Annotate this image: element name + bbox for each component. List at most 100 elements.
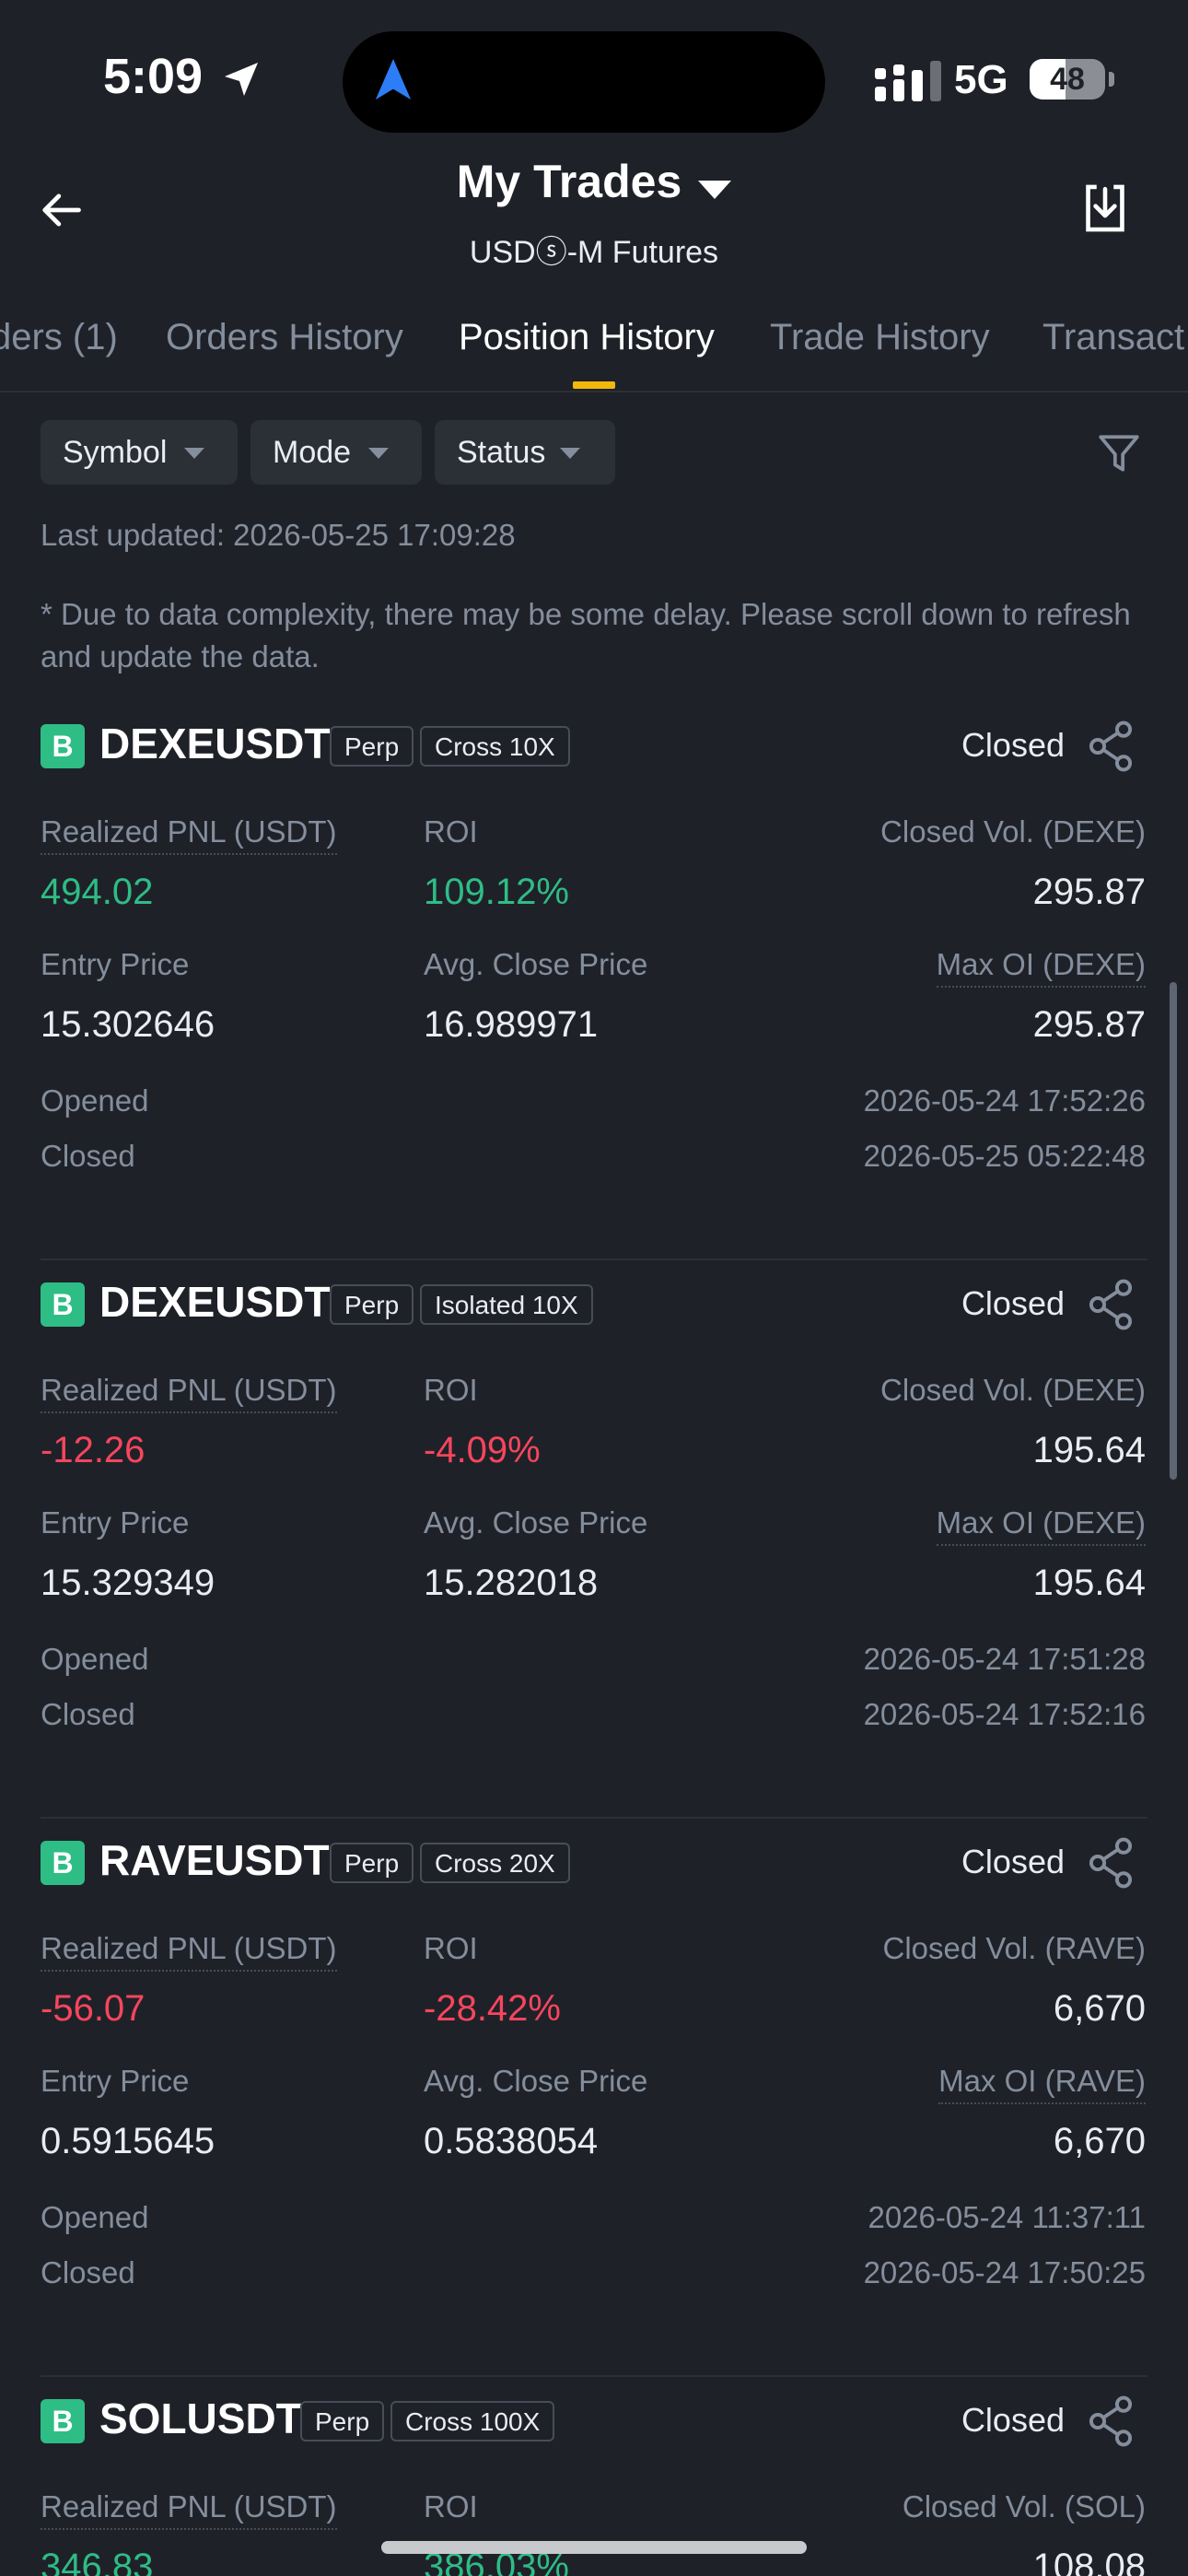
side-badge: B [41, 1282, 85, 1327]
side-badge: B [41, 1841, 85, 1885]
avg-close-price-value: 16.989971 [424, 1004, 599, 1045]
margin-mode-tag: Cross 20X [420, 1843, 570, 1883]
battery-level: 48 [1050, 62, 1085, 97]
filter-funnel-icon[interactable] [1096, 429, 1142, 477]
max-oi-value: 195.64 [1032, 1563, 1146, 1603]
battery-cap [1109, 72, 1114, 87]
position-status: Closed [961, 1843, 1065, 1880]
opened-time: 2026-05-24 17:52:26 [863, 1083, 1146, 1118]
entry-price-label: Entry Price [41, 1505, 190, 1540]
home-indicator[interactable] [381, 2541, 807, 2554]
position-status: Closed [961, 1284, 1065, 1322]
max-oi-value: 295.87 [1032, 1004, 1146, 1045]
side-badge: B [41, 2399, 85, 2443]
avg-close-price-label: Avg. Close Price [424, 947, 648, 981]
roi-label: ROI [424, 814, 478, 849]
realized-pnl-label[interactable]: Realized PNL (USDT) [41, 2489, 337, 2530]
closed-vol-value: 6,670 [1053, 1988, 1146, 2029]
entry-price-label: Entry Price [41, 947, 190, 981]
contract-type-tag: Perp [330, 726, 414, 767]
contract-type-tag: Perp [300, 2401, 385, 2441]
opened-label: Opened [41, 1083, 149, 1118]
active-tab-indicator [573, 381, 615, 389]
caret-down-icon [368, 448, 389, 459]
roi-value: -28.42% [424, 1988, 561, 2029]
avg-close-price-label: Avg. Close Price [424, 1505, 648, 1540]
navigation-arrow-icon [375, 59, 412, 100]
location-arrow-icon [225, 63, 258, 96]
tab-trade-history[interactable]: Trade History [770, 317, 990, 358]
mode-filter[interactable]: Mode [250, 420, 422, 485]
opened-time: 2026-05-24 11:37:11 [868, 2200, 1146, 2234]
status-filter[interactable]: Status [435, 420, 615, 485]
status-time: 5:09 [103, 49, 204, 104]
closed-vol-value: 195.64 [1032, 1430, 1146, 1470]
signal-strength-icon [875, 61, 941, 101]
tab-open-orders[interactable]: ders (1) [0, 317, 118, 358]
position-status: Closed [961, 726, 1065, 764]
download-icon[interactable] [1079, 181, 1131, 236]
realized-pnl-value: 346.83 [41, 2547, 154, 2576]
avg-close-price-value: 0.5838054 [424, 2121, 599, 2161]
entry-price-value: 0.5915645 [41, 2121, 215, 2161]
max-oi-label[interactable]: Max OI (DEXE) [936, 947, 1146, 988]
realized-pnl-value: 494.02 [41, 872, 154, 912]
share-icon[interactable] [1087, 1837, 1135, 1889]
opened-label: Opened [41, 2200, 149, 2234]
max-oi-label[interactable]: Max OI (DEXE) [936, 1505, 1146, 1546]
delay-notice: * Due to data complexity, there may be s… [41, 597, 1131, 673]
position-card: B RAVEUSDT Perp Cross 20X Closed Realize… [0, 1819, 1188, 2377]
closed-vol-label: Closed Vol. (DEXE) [880, 814, 1146, 849]
tab-orders-history[interactable]: Orders History [166, 317, 403, 358]
closed-vol-label: Closed Vol. (RAVE) [882, 1931, 1147, 1965]
last-updated: Last updated: 2026-05-25 17:09:28 [41, 518, 516, 552]
position-symbol[interactable]: RAVEUSDT [99, 1835, 330, 1885]
network-type: 5G [954, 57, 1008, 102]
roi-label: ROI [424, 1373, 478, 1407]
closed-label: Closed [41, 2255, 135, 2289]
position-card: B DEXEUSDT Perp Isolated 10X Closed Real… [0, 1260, 1188, 1819]
position-symbol[interactable]: SOLUSDT [99, 2394, 302, 2443]
tab-bar: ders (1) Orders History Position History… [0, 311, 1188, 392]
max-oi-label[interactable]: Max OI (RAVE) [938, 2064, 1146, 2104]
roi-value: -4.09% [424, 1430, 541, 1470]
entry-price-value: 15.329349 [41, 1563, 215, 1603]
closed-label: Closed [41, 1697, 135, 1731]
roi-label: ROI [424, 1931, 478, 1965]
closed-time: 2026-05-25 05:22:48 [863, 1139, 1146, 1173]
roi-label: ROI [424, 2489, 478, 2523]
roi-value: 109.12% [424, 872, 569, 912]
opened-time: 2026-05-24 17:51:28 [863, 1642, 1146, 1676]
closed-vol-value: 108.08 [1032, 2547, 1146, 2576]
closed-vol-label: Closed Vol. (SOL) [902, 2489, 1146, 2523]
realized-pnl-label[interactable]: Realized PNL (USDT) [41, 1373, 337, 1413]
realized-pnl-label[interactable]: Realized PNL (USDT) [41, 814, 337, 855]
realized-pnl-label[interactable]: Realized PNL (USDT) [41, 1931, 337, 1972]
page-title: My Trades [456, 156, 682, 207]
share-icon[interactable] [1087, 720, 1135, 772]
symbol-filter[interactable]: Symbol [41, 420, 238, 485]
position-symbol[interactable]: DEXEUSDT [99, 1277, 330, 1327]
closed-vol-value: 295.87 [1032, 872, 1146, 912]
contract-type-tag: Perp [330, 1843, 414, 1883]
position-symbol[interactable]: DEXEUSDT [99, 719, 330, 768]
status-filter-label: Status [457, 435, 546, 470]
realized-pnl-value: -56.07 [41, 1988, 146, 2029]
symbol-filter-label: Symbol [63, 435, 168, 470]
caret-down-icon [698, 180, 732, 199]
dynamic-island [343, 31, 825, 133]
position-card: B DEXEUSDT Perp Cross 10X Closed Realize… [0, 702, 1188, 1260]
caret-down-icon [560, 448, 580, 459]
max-oi-value: 6,670 [1053, 2121, 1146, 2161]
scrollbar[interactable] [1170, 982, 1177, 1480]
share-icon[interactable] [1087, 2395, 1135, 2447]
tab-position-history[interactable]: Position History [459, 317, 715, 358]
share-icon[interactable] [1087, 1279, 1135, 1330]
closed-label: Closed [41, 1139, 135, 1173]
contract-type-tag: Perp [330, 1284, 414, 1325]
opened-label: Opened [41, 1642, 149, 1676]
battery-icon: 48 [1030, 59, 1105, 100]
tab-transaction-history[interactable]: Transact [1042, 317, 1184, 358]
avg-close-price-label: Avg. Close Price [424, 2064, 648, 2098]
page-title-dropdown[interactable]: My Trades [0, 155, 1188, 208]
